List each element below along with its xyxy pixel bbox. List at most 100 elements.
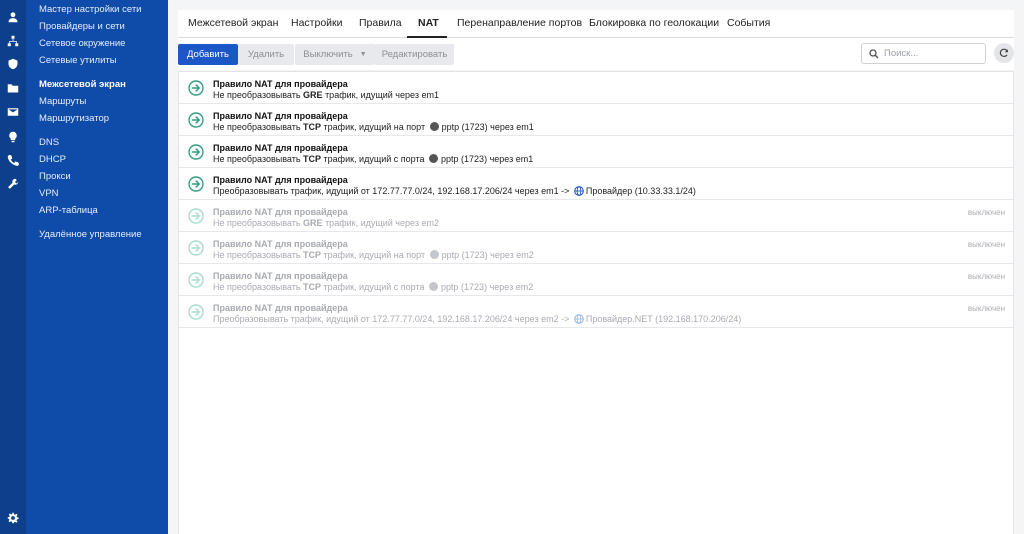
nat-rule-row[interactable]: Правило NAT для провайдера Преобразовыват… <box>179 168 1013 200</box>
rule-status-disabled: выключен <box>967 304 1005 313</box>
chevron-down-icon: ▼ <box>359 51 367 58</box>
tab-nat[interactable]: NAT <box>418 17 439 29</box>
rule-desc-text: Преобразовывать трафик, идущий от 172.77… <box>213 186 570 196</box>
arrow-right-circle-icon <box>188 208 204 224</box>
rule-status-disabled: выключен <box>967 272 1005 281</box>
rule-description: Не преобразовывать TCP трафик, идущий с … <box>213 154 533 164</box>
arrow-right-circle-icon <box>188 144 204 160</box>
rule-port: pptp (1723) <box>441 122 488 132</box>
port-service-icon <box>429 122 439 131</box>
rule-port: pptp (1723) <box>441 282 488 292</box>
sidebar-item-arp-table[interactable]: ARP-таблица <box>39 205 98 216</box>
rule-title: Правило NAT для провайдера <box>213 207 348 217</box>
rule-status-disabled: выключен <box>967 240 1005 249</box>
add-button[interactable]: Добавить <box>178 44 238 65</box>
rule-desc-text: трафик, идущий с порта <box>321 282 425 292</box>
rule-desc-text: Не преобразовывать <box>213 282 304 292</box>
rule-description: Преобразовывать трафик, идущий от 172.77… <box>213 186 696 196</box>
edit-button[interactable]: Редактировать <box>375 44 454 65</box>
rule-protocol: TCP <box>303 122 322 132</box>
refresh-icon <box>999 48 1009 57</box>
rule-description: Не преобразовывать GRE трафик, идущий че… <box>213 218 439 228</box>
rule-protocol: GRE <box>303 218 323 228</box>
nat-rule-row[interactable]: Правило NAT для провайдера Преобразовыват… <box>179 296 1013 328</box>
rule-port: pptp (1723) <box>441 154 488 164</box>
rule-title: Правило NAT для провайдера <box>213 79 348 89</box>
search-input[interactable] <box>884 46 982 61</box>
mail-icon[interactable] <box>6 105 20 119</box>
sidebar-item-network-wizard[interactable]: Мастер настройки сети <box>39 4 142 15</box>
shield-icon[interactable] <box>6 57 20 71</box>
arrow-right-circle-icon <box>188 80 204 96</box>
rule-desc-text: трафик, идущий на порт <box>321 250 426 260</box>
tab-settings[interactable]: Настройки <box>291 17 343 29</box>
sidebar-item-router[interactable]: Маршрутизатор <box>39 113 109 124</box>
arrow-right-circle-icon <box>188 304 204 320</box>
rule-title: Правило NAT для провайдера <box>213 111 348 121</box>
rule-title: Правило NAT для провайдера <box>213 239 348 249</box>
sidebar-item-network-environment[interactable]: Сетевое окружение <box>39 38 125 49</box>
nat-rule-row[interactable]: Правило NAT для провайдера Не преобразовы… <box>179 104 1013 136</box>
rule-desc-text: трафик, идущий на порт <box>321 122 426 132</box>
main-area: Межсетевой экран Настройки Правила NAT П… <box>168 0 1024 534</box>
rule-desc-text: Не преобразовывать <box>213 90 304 100</box>
rule-description: Не преобразовывать TCP трафик, идущий с … <box>213 282 533 292</box>
rule-description: Преобразовывать трафик, идущий от 172.77… <box>213 314 741 324</box>
rule-status-disabled: выключен <box>967 208 1005 217</box>
folder-icon[interactable] <box>6 81 20 95</box>
rule-protocol: TCP <box>303 282 322 292</box>
nat-rule-row[interactable]: Правило NAT для провайдера Не преобразовы… <box>179 200 1013 232</box>
network-icon[interactable] <box>6 34 20 48</box>
sidebar-item-dhcp[interactable]: DHCP <box>39 154 66 165</box>
arrow-right-circle-icon <box>188 176 204 192</box>
tab-events[interactable]: События <box>727 17 770 29</box>
rule-protocol: GRE <box>303 90 323 100</box>
search-icon <box>869 49 879 59</box>
tab-bar: Межсетевой экран Настройки Правила NAT П… <box>178 10 1014 38</box>
wrench-icon[interactable] <box>6 177 20 191</box>
nat-rule-row[interactable]: Правило NAT для провайдера Не преобразовы… <box>179 72 1013 104</box>
toolbar: Добавить Удалить Выключить ▼ Редактироват… <box>178 38 1014 70</box>
sidebar-item-providers[interactable]: Провайдеры и сети <box>39 21 125 32</box>
bulb-icon[interactable] <box>6 130 20 144</box>
sidebar-item-vpn[interactable]: VPN <box>39 188 59 199</box>
rule-desc-text: через em1 <box>487 154 534 164</box>
disable-button[interactable]: Выключить ▼ <box>295 44 375 65</box>
tab-geo-blocking[interactable]: Блокировка по геолокации <box>589 17 719 29</box>
rule-desc-text: трафик, идущий с порта <box>321 154 425 164</box>
nat-rule-row[interactable]: Правило NAT для провайдера Не преобразовы… <box>179 264 1013 296</box>
port-service-icon <box>429 250 439 259</box>
rule-desc-text: Не преобразовывать <box>213 154 304 164</box>
rule-provider: Провайдер.NET (192.168.170.206/24) <box>585 314 742 324</box>
icon-rail <box>0 0 26 534</box>
nat-rule-list: Правило NAT для провайдера Не преобразовы… <box>178 71 1014 534</box>
phone-icon[interactable] <box>6 153 20 167</box>
sidebar-item-dns[interactable]: DNS <box>39 137 59 148</box>
nat-rule-row[interactable]: Правило NAT для провайдера Не преобразовы… <box>179 232 1013 264</box>
globe-icon <box>573 314 584 324</box>
tab-port-forwarding[interactable]: Перенаправление портов <box>457 17 582 29</box>
refresh-button[interactable] <box>994 43 1014 63</box>
rule-desc-text: Не преобразовывать <box>213 122 304 132</box>
sidebar: Мастер настройки сети Провайдеры и сети … <box>26 0 168 534</box>
sidebar-item-proxy[interactable]: Прокси <box>39 171 71 182</box>
rule-title: Правило NAT для провайдера <box>213 303 348 313</box>
rule-desc-text: через em2 <box>487 250 534 260</box>
sidebar-item-network-utilities[interactable]: Сетевые утилиты <box>39 55 117 66</box>
rule-port: pptp (1723) <box>441 250 488 260</box>
search-box <box>861 43 986 64</box>
rule-desc-text: Преобразовывать трафик, идущий от 172.77… <box>213 314 570 324</box>
tab-firewall[interactable]: Межсетевой экран <box>188 17 278 29</box>
user-icon[interactable] <box>6 10 20 24</box>
disable-button-label: Выключить <box>303 49 353 60</box>
delete-button[interactable]: Удалить <box>238 44 294 65</box>
nat-rule-row[interactable]: Правило NAT для провайдера Не преобразовы… <box>179 136 1013 168</box>
sidebar-item-routes[interactable]: Маршруты <box>39 96 86 107</box>
rule-title: Правило NAT для провайдера <box>213 143 348 153</box>
port-service-icon <box>429 282 439 291</box>
sidebar-item-firewall[interactable]: Межсетевой экран <box>39 79 126 90</box>
settings-icon[interactable] <box>6 511 20 525</box>
tab-rules[interactable]: Правила <box>359 17 402 29</box>
sidebar-item-remote-management[interactable]: Удалённое управление <box>39 229 142 240</box>
rule-description: Не преобразовывать TCP трафик, идущий на… <box>213 122 534 132</box>
